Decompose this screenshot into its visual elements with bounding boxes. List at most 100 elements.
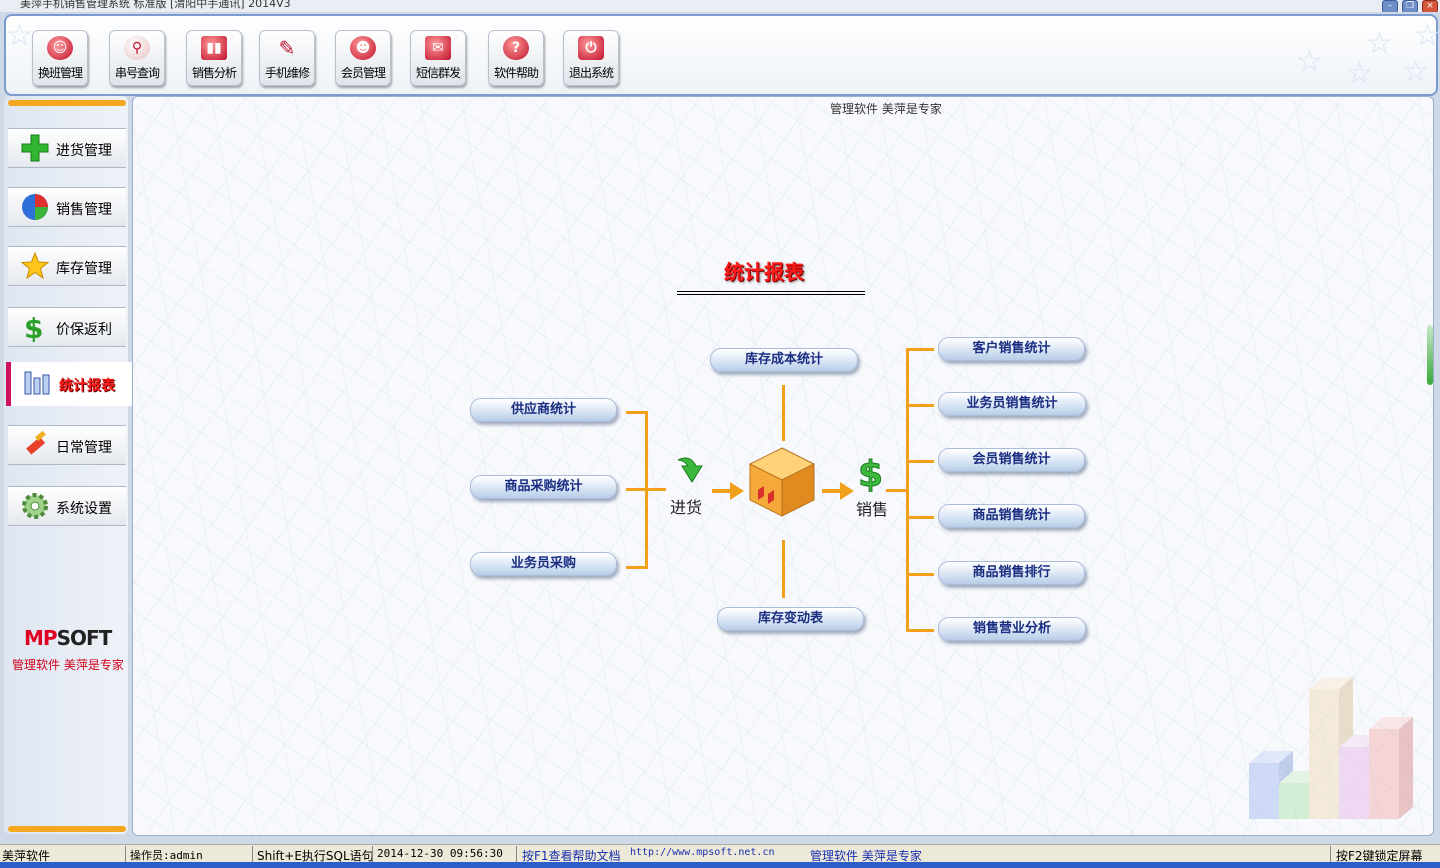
sales-revenue-analysis-button[interactable]: 销售营业分析 — [938, 617, 1086, 641]
mpsoft-logo: MPSOFT — [24, 626, 113, 650]
connector-line — [906, 573, 934, 576]
button-label: 会员管理 — [340, 66, 386, 80]
sidebar-item-label: 日常管理 — [56, 440, 112, 456]
button-label: 软件帮助 — [493, 66, 539, 80]
button-label: 短信群发 — [415, 66, 461, 80]
imei-query-button[interactable]: ⚲ 串号查询 — [109, 30, 165, 86]
pie-chart-icon — [22, 194, 48, 220]
arrow-right-icon — [840, 482, 854, 500]
decor-star-icon: ☆ — [1402, 54, 1429, 89]
sidebar-item-label: 进货管理 — [56, 143, 112, 159]
purchase-arrow-icon — [677, 457, 703, 483]
decor-star-icon: ☆ — [1346, 56, 1373, 91]
sidebar-item-label: 库存管理 — [56, 261, 112, 277]
button-label: 串号查询 — [114, 66, 160, 80]
svg-text:$: $ — [858, 454, 883, 492]
member-icon: ☻ — [350, 36, 376, 60]
decor-star-icon: ☆ — [1414, 18, 1440, 53]
decor-bar-chart-icon — [1249, 677, 1413, 819]
connector-line — [906, 629, 934, 632]
logo-dark-text: SOFT — [56, 626, 113, 650]
magnifier-icon: ⚲ — [124, 36, 150, 60]
sidebar-item-price-protection[interactable]: $ 价保返利 — [8, 307, 126, 347]
status-separator — [252, 846, 253, 862]
sidebar: 进货管理 销售管理 库存管理 $ 价保返利 统计报表 日常管理 系统设置 MPS… — [4, 96, 139, 834]
status-datetime: 2014-12-30 09:56:30 — [377, 847, 503, 860]
supplier-stats-button[interactable]: 供应商统计 — [470, 398, 617, 422]
decor-star-icon: ☆ — [1366, 26, 1393, 61]
salesperson-sales-stats-button[interactable]: 业务员销售统计 — [938, 392, 1086, 416]
window-title: 美萍手机销售管理系统 标准版 [渭阳中手通讯] 2014V3 — [20, 0, 291, 10]
gear-icon — [22, 493, 48, 519]
button-label: 手机维修 — [264, 66, 310, 80]
member-sales-stats-button[interactable]: 会员销售统计 — [938, 448, 1085, 472]
connector-line — [906, 460, 934, 463]
sidebar-item-inventory[interactable]: 库存管理 — [8, 246, 126, 286]
connector-line — [906, 516, 934, 519]
sidebar-item-daily[interactable]: 日常管理 — [8, 425, 126, 465]
software-help-button[interactable]: ? 软件帮助 — [488, 30, 544, 86]
sidebar-item-label: 系统设置 — [56, 501, 112, 517]
connector-line — [648, 488, 666, 491]
sales-analysis-button[interactable]: ▮▮ 销售分析 — [186, 30, 242, 86]
sidebar-item-label: 销售管理 — [56, 202, 112, 218]
right-scroll-handle[interactable] — [1427, 325, 1433, 385]
sms-broadcast-button[interactable]: ✉ 短信群发 — [410, 30, 466, 86]
sidebar-bottom-strip — [8, 826, 126, 832]
main-toolbar: ☆ ☆ ☆ ☆ ☆ ☆ ☺ 换班管理 ⚲ 串号查询 ▮▮ 销售分析 ✎ 手机维修… — [4, 14, 1440, 96]
taskbar — [0, 862, 1440, 868]
goods-purchase-stats-button[interactable]: 商品采购统计 — [470, 475, 617, 499]
bar-chart-icon: ▮▮ — [201, 36, 227, 60]
sidebar-item-settings[interactable]: 系统设置 — [8, 486, 126, 526]
title-bar: 美萍手机销售管理系统 标准版 [渭阳中手通讯] 2014V3 – ❐ × — [0, 0, 1440, 12]
logo-red-text: MP — [24, 626, 58, 650]
status-separator — [516, 846, 517, 862]
status-operator: 操作员:admin — [130, 849, 203, 862]
sidebar-item-label: 统计报表 — [59, 378, 115, 394]
customer-sales-stats-button[interactable]: 客户销售统计 — [938, 337, 1085, 361]
status-url-link[interactable]: http://www.mpsoft.net.cn — [630, 847, 775, 858]
sidebar-top-strip — [8, 100, 126, 106]
sidebar-item-reports[interactable]: 统计报表 — [6, 362, 139, 406]
close-icon[interactable]: × — [1422, 0, 1438, 12]
decor-star-icon: ☆ — [1296, 44, 1323, 79]
status-separator — [125, 846, 126, 862]
minimize-icon[interactable]: – — [1382, 0, 1398, 12]
connector-line — [782, 540, 785, 598]
screwdriver-icon: ✎ — [278, 36, 296, 60]
star-icon — [20, 251, 50, 280]
arrow-right-icon — [730, 482, 744, 500]
sidebar-item-label: 价保返利 — [56, 322, 112, 338]
status-separator — [1330, 846, 1331, 862]
connector-line — [782, 385, 785, 441]
connector-line — [906, 404, 934, 407]
svg-text:$: $ — [24, 312, 43, 342]
brush-icon — [26, 430, 46, 455]
button-label: 销售分析 — [191, 66, 237, 80]
dollar-icon: $ — [24, 312, 43, 342]
member-management-button[interactable]: ☻ 会员管理 — [335, 30, 391, 86]
inventory-change-table-button[interactable]: 库存变动表 — [717, 607, 864, 631]
main-tagline: 管理软件 美萍是专家 — [830, 102, 942, 116]
salesperson-purchase-button[interactable]: 业务员采购 — [470, 552, 617, 576]
title-underline — [677, 294, 865, 295]
sidebar-item-purchase[interactable]: 进货管理 — [8, 128, 126, 168]
exit-system-button[interactable]: ⏻ 退出系统 — [563, 30, 619, 86]
sidebar-slogan: 管理软件 美萍是专家 — [12, 658, 124, 672]
inventory-box-icon[interactable] — [748, 446, 816, 518]
report-bars-icon — [24, 371, 50, 395]
phone-repair-button[interactable]: ✎ 手机维修 — [259, 30, 315, 86]
inventory-cost-stats-button[interactable]: 库存成本统计 — [710, 348, 858, 372]
sidebar-item-sales[interactable]: 销售管理 — [8, 187, 126, 227]
shift-management-button[interactable]: ☺ 换班管理 — [32, 30, 88, 86]
title-underline — [677, 291, 865, 292]
goods-sales-stats-button[interactable]: 商品销售统计 — [938, 504, 1085, 528]
status-separator — [372, 846, 373, 862]
plus-icon — [21, 134, 49, 162]
goods-sales-ranking-button[interactable]: 商品销售排行 — [938, 561, 1085, 585]
restore-icon[interactable]: ❐ — [1402, 0, 1418, 12]
button-label: 换班管理 — [37, 66, 83, 80]
sales-dollar-icon: $ — [858, 454, 884, 493]
button-label: 退出系统 — [568, 66, 614, 80]
shift-person-icon: ☺ — [47, 36, 73, 60]
